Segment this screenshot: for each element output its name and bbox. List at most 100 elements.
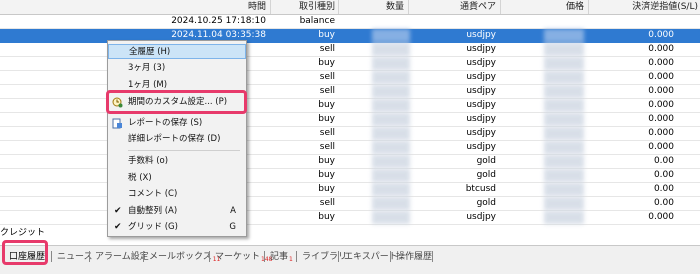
type-cell: sell [319, 86, 335, 96]
table-row[interactable]: buy gold 0.00 [0, 169, 700, 183]
pair-cell: gold [476, 156, 496, 166]
sl-cell: 0.000 [648, 86, 674, 96]
pair-cell: usdjpy [466, 212, 496, 222]
table-row[interactable]: sell usdjpy 0.000 [0, 141, 700, 155]
table-row[interactable]: 2024.10.25 17:18:10 balance [0, 15, 700, 29]
terminal-tabs: 口座履歴 ニュース アラーム設定 メールボックス11 マーケット148 記事1 … [0, 245, 700, 274]
type-cell: buy [318, 58, 335, 68]
sl-cell: 0.00 [653, 156, 674, 166]
check-icon: ✔ [114, 206, 122, 216]
type-cell: buy [318, 30, 335, 40]
report-icon [112, 118, 122, 129]
sl-cell: 0.000 [648, 72, 674, 82]
qty-redacted [372, 169, 410, 182]
table-row[interactable]: buy btcusd 0.00 [0, 183, 700, 197]
check-icon: ✔ [114, 222, 122, 232]
price-redacted [544, 113, 584, 126]
pair-cell: usdjpy [466, 100, 496, 110]
qty-redacted [372, 197, 410, 210]
type-cell: buy [318, 212, 335, 222]
table-row[interactable]: 2024.11.04 03:35:38 buy usdjpy 0.000 [0, 29, 700, 43]
tab-alerts[interactable]: アラーム設定 [95, 250, 149, 264]
pair-cell [410, 15, 496, 28]
pair-cell: gold [476, 170, 496, 180]
type-cell: buy [318, 170, 335, 180]
sl-cell: 0.000 [648, 128, 674, 138]
sl-cell: 0.000 [648, 114, 674, 124]
price-redacted [544, 71, 584, 84]
table-row[interactable]: sell usdjpy 0.000 [0, 85, 700, 99]
pair-cell: usdjpy [466, 30, 496, 40]
qty-redacted [372, 155, 410, 168]
col-pair-header[interactable]: 通貨ペア [410, 0, 496, 14]
sl-cell: 0.00 [653, 198, 674, 208]
sl-cell: 0.000 [648, 30, 674, 40]
price-redacted [544, 183, 584, 196]
qty-redacted [372, 29, 410, 42]
tab-journal[interactable]: 操作履歴 [396, 250, 432, 264]
menu-item-grid[interactable]: ✔ グリッド (G) G [108, 220, 246, 235]
tab-library[interactable]: ライブラリ [302, 250, 347, 264]
price-redacted [544, 99, 584, 112]
qty-redacted [372, 71, 410, 84]
qty-redacted [372, 183, 410, 196]
col-type-header[interactable]: 取引種別 [275, 0, 335, 14]
price-redacted [544, 155, 584, 168]
price-redacted [544, 29, 584, 42]
price-redacted [544, 127, 584, 140]
menu-item-3-months[interactable]: 3ヶ月 (3) [108, 61, 246, 76]
table-row[interactable]: buy usdjpy 0.000 [0, 113, 700, 127]
menu-item-auto-arrange[interactable]: ✔ 自動整列 (A) A [108, 204, 246, 219]
qty-redacted [372, 113, 410, 126]
col-qty-header[interactable]: 数量 [340, 0, 404, 14]
menu-item-commission[interactable]: 手数料 (o) [108, 154, 246, 169]
col-time-header[interactable]: 時間 [160, 0, 266, 14]
table-row[interactable]: buy usdjpy 0.000 [0, 57, 700, 71]
menu-item-tax[interactable]: 税 (X) [108, 171, 246, 186]
table-row[interactable]: sell usdjpy 0.000 [0, 43, 700, 57]
sl-cell [590, 15, 674, 28]
pair-cell: usdjpy [466, 114, 496, 124]
table-row[interactable]: sell gold 0.00 [0, 197, 700, 211]
menu-item-comment[interactable]: コメント (C) [108, 187, 246, 202]
price-redacted [544, 211, 584, 224]
menu-item-save-report[interactable]: レポートの保存 (S) [108, 116, 246, 131]
menu-item-save-detailed-report[interactable]: 詳細レポートの保存 (D) [108, 132, 246, 147]
qty-redacted [372, 141, 410, 154]
type-cell: buy [318, 114, 335, 124]
price-redacted [544, 169, 584, 182]
sl-cell: 0.000 [648, 212, 674, 222]
sl-cell: 0.000 [648, 100, 674, 110]
qty-redacted [372, 99, 410, 112]
sl-cell: 0.00 [653, 184, 674, 194]
type-cell: sell [319, 44, 335, 54]
price-redacted [544, 141, 584, 154]
table-row[interactable]: sell usdjpy 0.000 [0, 71, 700, 85]
type-cell: buy [318, 156, 335, 166]
pair-cell: usdjpy [466, 86, 496, 96]
tab-articles[interactable]: 記事1 [270, 250, 293, 264]
type-cell: buy [318, 100, 335, 110]
menu-item-all-history[interactable]: 全履歴 (H) [108, 44, 246, 59]
table-row[interactable]: buy usdjpy 0.000 [0, 211, 700, 225]
table-row[interactable]: buy usdjpy 0.000 [0, 99, 700, 113]
table-row[interactable]: buy gold 0.00 [0, 155, 700, 169]
qty-redacted [372, 57, 410, 70]
qty-redacted [372, 211, 410, 224]
articles-badge: 1 [289, 256, 293, 263]
type-cell: sell [319, 142, 335, 152]
col-sl-header[interactable]: 決済逆指値(S/L) [590, 0, 698, 14]
tab-news[interactable]: ニュース [57, 250, 93, 264]
table-header: 時間 取引種別 数量 通貨ペア 価格 決済逆指値(S/L) [0, 0, 700, 15]
pair-cell: usdjpy [466, 72, 496, 82]
sl-cell: 0.000 [648, 142, 674, 152]
qty-redacted [372, 43, 410, 56]
sl-cell: 0.000 [648, 58, 674, 68]
col-price-header[interactable]: 価格 [502, 0, 584, 14]
qty-redacted [372, 127, 410, 140]
type-cell: balance [299, 16, 335, 26]
type-cell: sell [319, 72, 335, 82]
price-redacted [544, 85, 584, 98]
price-redacted [544, 197, 584, 210]
table-row[interactable]: sell usdjpy 0.000 [0, 127, 700, 141]
